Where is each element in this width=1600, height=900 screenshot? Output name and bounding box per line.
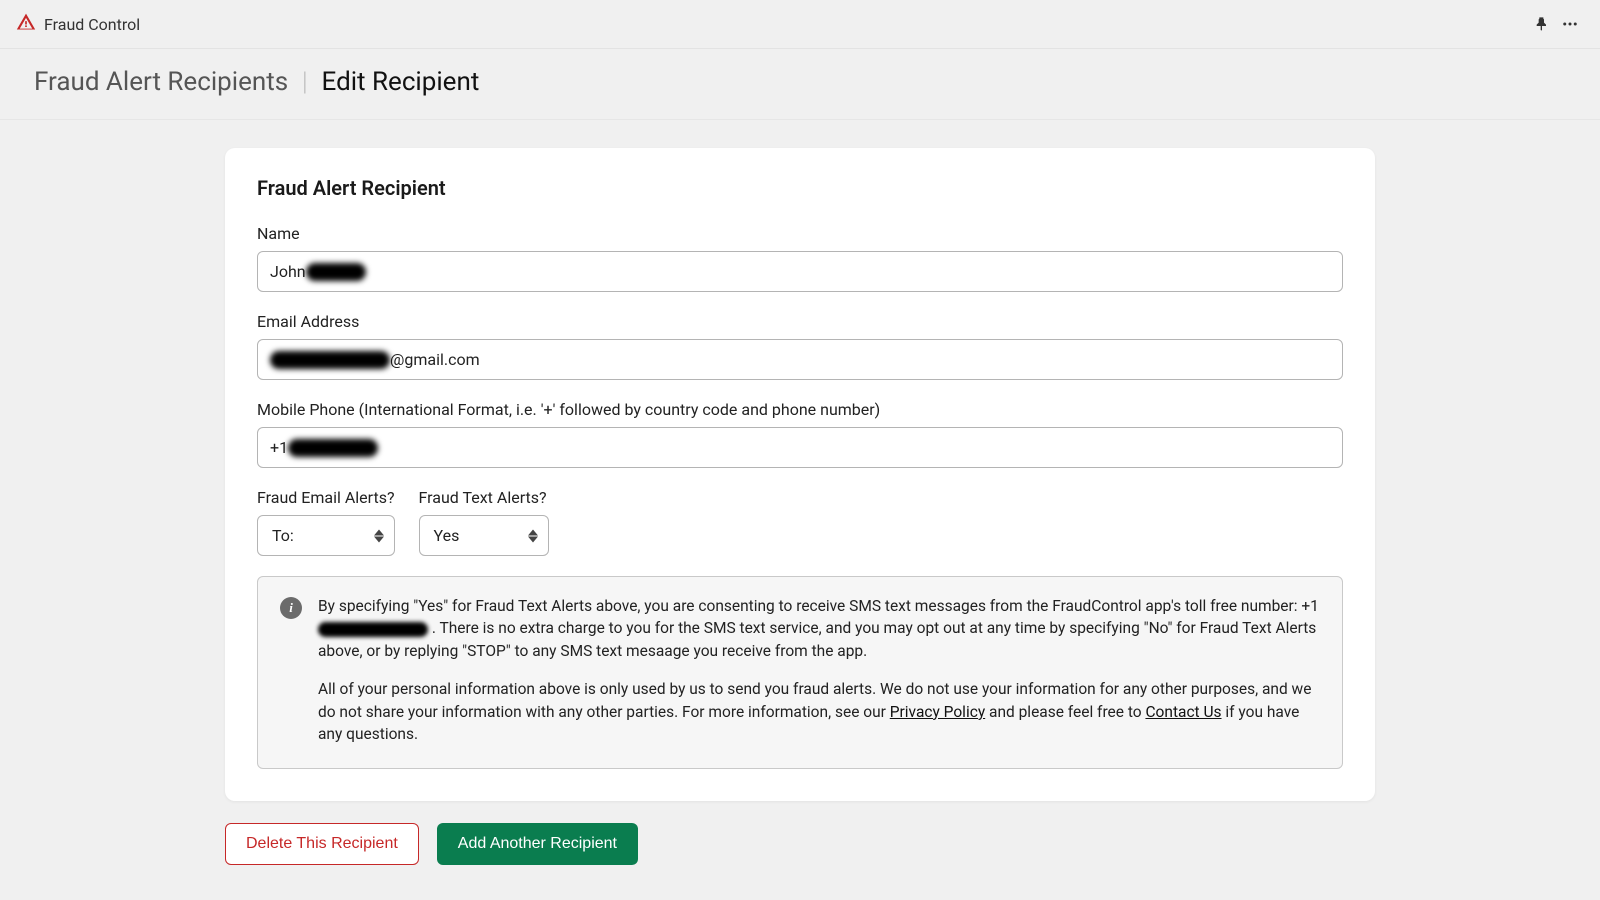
pin-icon[interactable]: [1528, 10, 1556, 38]
consent-p1-pre: By specifying "Yes" for Fraud Text Alert…: [318, 597, 1319, 615]
field-text-alerts: Fraud Text Alerts? Yes: [419, 488, 549, 556]
card-title: Fraud Alert Recipient: [257, 176, 1343, 200]
breadcrumb: Fraud Alert Recipients | Edit Recipient: [0, 49, 1600, 120]
email-alerts-select[interactable]: To:: [257, 515, 395, 556]
email-label: Email Address: [257, 312, 1343, 331]
recipient-card: Fraud Alert Recipient Name John Email Ad…: [225, 148, 1375, 801]
email-input[interactable]: @gmail.com: [257, 339, 1343, 380]
breadcrumb-separator: |: [302, 67, 307, 97]
consent-phone-redacted: [318, 622, 428, 638]
text-alerts-value: Yes: [434, 526, 460, 545]
name-label: Name: [257, 224, 1343, 243]
delete-recipient-button[interactable]: Delete This Recipient: [225, 823, 419, 865]
select-caret-icon: [374, 529, 384, 542]
field-email: Email Address @gmail.com: [257, 312, 1343, 380]
consent-text: By specifying "Yes" for Fraud Text Alert…: [318, 595, 1320, 746]
email-value-suffix: @gmail.com: [390, 350, 480, 369]
breadcrumb-parent[interactable]: Fraud Alert Recipients: [34, 67, 288, 97]
email-alerts-value: To:: [272, 526, 294, 545]
info-icon: i: [280, 597, 302, 619]
consent-p1-post: . There is no extra charge to you for th…: [318, 619, 1316, 659]
breadcrumb-current: Edit Recipient: [322, 67, 480, 97]
contact-us-link[interactable]: Contact Us: [1145, 703, 1221, 721]
email-alerts-label: Fraud Email Alerts?: [257, 488, 395, 507]
privacy-policy-link[interactable]: Privacy Policy: [890, 703, 985, 721]
field-email-alerts: Fraud Email Alerts? To:: [257, 488, 395, 556]
name-value-redacted: [306, 263, 366, 281]
consent-p2-mid: and please feel free to: [989, 703, 1145, 721]
warning-icon: [16, 12, 36, 36]
name-value-prefix: John: [270, 262, 306, 281]
text-alerts-label: Fraud Text Alerts?: [419, 488, 549, 507]
field-phone: Mobile Phone (International Format, i.e.…: [257, 400, 1343, 468]
add-recipient-button[interactable]: Add Another Recipient: [437, 823, 638, 865]
text-alerts-select[interactable]: Yes: [419, 515, 549, 556]
actions-row: Delete This Recipient Add Another Recipi…: [225, 823, 1375, 865]
field-name: Name John: [257, 224, 1343, 292]
topbar: Fraud Control: [0, 0, 1600, 49]
email-value-redacted: [270, 351, 390, 369]
consent-info-box: i By specifying "Yes" for Fraud Text Ale…: [257, 576, 1343, 769]
select-caret-icon: [528, 529, 538, 542]
name-input[interactable]: John: [257, 251, 1343, 292]
phone-value-prefix: +1: [270, 438, 288, 457]
more-icon[interactable]: [1556, 10, 1584, 38]
phone-label: Mobile Phone (International Format, i.e.…: [257, 400, 1343, 419]
phone-value-redacted: [288, 439, 378, 457]
app-title: Fraud Control: [44, 15, 140, 34]
brand: Fraud Control: [16, 12, 140, 36]
phone-input[interactable]: +1: [257, 427, 1343, 468]
